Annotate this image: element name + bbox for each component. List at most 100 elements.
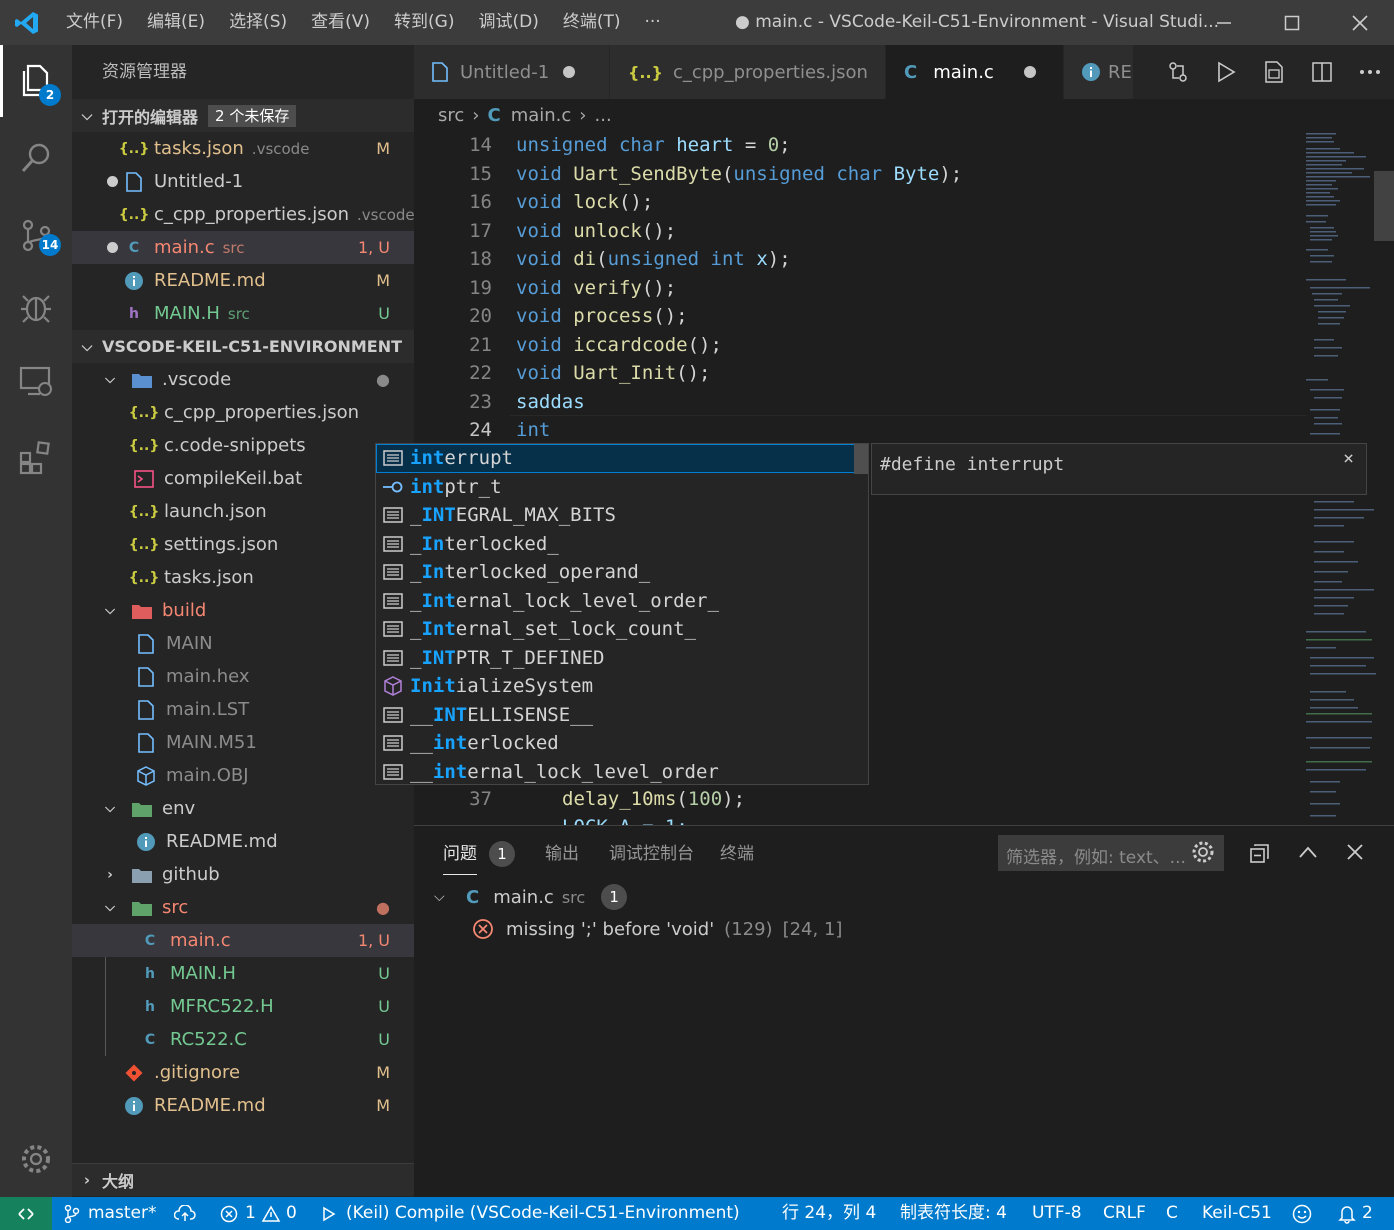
tree-file[interactable]: MAIN — [72, 627, 414, 660]
menu-debug[interactable]: 调试(D) — [466, 0, 550, 45]
suggest-item[interactable]: Init ializeSystem — [376, 672, 868, 701]
unsaved-dot-icon[interactable] — [102, 176, 122, 187]
menu-selection[interactable]: 选择(S) — [217, 0, 299, 45]
tree-file-main-c[interactable]: C main.c 1, U — [72, 924, 414, 957]
encoding[interactable]: UTF-8 — [1032, 1197, 1082, 1230]
suggest-item[interactable]: __ INT ELLISENSE__ — [376, 701, 868, 730]
tab-debug-console[interactable]: 调试控制台 — [609, 826, 694, 882]
filter-settings-icon[interactable] — [1191, 840, 1215, 868]
suggest-item[interactable]: _ INT PTR_T_DEFINED — [376, 644, 868, 673]
suggest-item[interactable]: _ INT EGRAL_MAX_BITS — [376, 501, 868, 530]
tree-file[interactable]: main.LST — [72, 693, 414, 726]
close-window-button[interactable] — [1326, 0, 1394, 45]
chevron-up-icon[interactable] — [1298, 844, 1318, 863]
notification-count[interactable]: 2 — [1362, 1197, 1373, 1230]
run-icon[interactable] — [1202, 45, 1250, 99]
debug-icon[interactable] — [0, 271, 72, 343]
breadcrumb-symbol[interactable]: ... — [595, 105, 612, 126]
tab-output[interactable]: 输出 — [545, 826, 579, 882]
open-editor-item[interactable]: {..} tasks.json .vscode M — [72, 132, 414, 165]
tree-file[interactable]: h MAIN.H U — [72, 957, 414, 990]
menu-terminal[interactable]: 终端(T) — [551, 0, 633, 45]
tab-untitled-1[interactable]: Untitled-1 — [414, 45, 610, 99]
collapse-all-icon[interactable] — [1249, 842, 1271, 868]
suggest-item[interactable]: int ptr_t — [376, 473, 868, 502]
tab-terminal[interactable]: 终端 — [720, 826, 754, 882]
compare-changes-icon[interactable] — [1154, 45, 1202, 99]
open-editors-header[interactable]: ⌵ 打开的编辑器 2 个未保存 — [72, 99, 414, 132]
tab-main-c[interactable]: C main.c — [886, 45, 1064, 99]
tree-folder-vscode[interactable]: ⌵ .vscode ● — [72, 363, 414, 396]
suggest-scrollbar[interactable] — [854, 444, 868, 474]
tree-file[interactable]: README.md — [72, 825, 414, 858]
tree-file[interactable]: MAIN.M51 — [72, 726, 414, 759]
problem-row[interactable]: missing ';' before 'void' (129) [24, 1] — [472, 914, 842, 944]
problem-file-row[interactable]: ⌵ C main.c src 1 — [434, 882, 628, 912]
source-control-icon[interactable]: 14 — [0, 199, 72, 271]
tree-folder-build[interactable]: ⌵ build — [72, 594, 414, 627]
warning-count[interactable]: 0 — [286, 1197, 297, 1230]
suggest-item[interactable]: __ int ernal_lock_level_order — [376, 758, 868, 785]
bell-icon[interactable] — [1338, 1204, 1356, 1229]
tree-file[interactable]: compileKeil.bat — [72, 462, 414, 495]
project-header[interactable]: ⌵ VSCODE-KEIL-C51-ENVIRONMENT — [72, 330, 414, 363]
unsaved-dot-icon[interactable] — [1023, 66, 1036, 78]
unsaved-dot-icon[interactable] — [563, 66, 576, 78]
explorer-icon[interactable]: 2 — [0, 45, 72, 117]
remote-explorer-icon[interactable] — [0, 345, 72, 417]
suggest-item[interactable]: _ In terlocked_operand_ — [376, 558, 868, 587]
open-editor-item[interactable]: C main.c src 1, U — [72, 231, 414, 264]
breadcrumb-folder[interactable]: src — [438, 105, 464, 126]
feedback-smiley-icon[interactable] — [1292, 1204, 1312, 1229]
language-mode[interactable]: C — [1166, 1197, 1178, 1230]
tree-file[interactable]: README.md M — [72, 1089, 414, 1122]
tab-readme[interactable]: RE — [1064, 45, 1134, 99]
menu-file[interactable]: 文件(F) — [54, 0, 135, 45]
menu-edit[interactable]: 编辑(E) — [135, 0, 217, 45]
error-count[interactable]: 1 — [245, 1197, 256, 1230]
menu-go[interactable]: 转到(G) — [382, 0, 466, 45]
close-icon[interactable]: × — [1343, 448, 1354, 469]
tab-problems[interactable]: 问题 — [443, 833, 477, 875]
search-icon[interactable] — [0, 122, 72, 194]
tree-file[interactable]: h MFRC522.H U — [72, 990, 414, 1023]
suggest-item[interactable]: __ int erlocked — [376, 729, 868, 758]
line-ending[interactable]: CRLF — [1103, 1197, 1146, 1230]
cursor-position[interactable]: 行 24，列 4 — [782, 1197, 876, 1230]
breadcrumb-file[interactable]: main.c — [511, 105, 572, 126]
tree-file[interactable]: main.OBJ — [72, 759, 414, 792]
suggest-item[interactable]: int errupt — [376, 444, 868, 473]
open-editor-item[interactable]: Untitled-1 — [72, 165, 414, 198]
settings-gear-icon[interactable] — [0, 1123, 72, 1195]
sync-icon[interactable] — [173, 1204, 196, 1228]
tree-file[interactable]: {..} settings.json — [72, 528, 414, 561]
open-editor-item[interactable]: README.md M — [72, 264, 414, 297]
tree-folder-src[interactable]: ⌵ src ● — [72, 891, 414, 924]
menu-view[interactable]: 查看(V) — [299, 0, 382, 45]
c-configuration[interactable]: Keil-C51 — [1202, 1197, 1272, 1230]
tree-file[interactable]: {..} c_cpp_properties.json — [72, 396, 414, 429]
tree-file[interactable]: {..} c.code-snippets — [72, 429, 414, 462]
editor-scrollbar[interactable] — [1374, 171, 1394, 241]
menu-more[interactable]: ··· — [633, 0, 673, 45]
minimize-button[interactable] — [1190, 0, 1258, 45]
split-editor-icon[interactable] — [1298, 45, 1346, 99]
compile-task[interactable]: (Keil) Compile (VSCode-Keil-C51-Environm… — [346, 1197, 740, 1230]
tree-file[interactable]: .gitignore M — [72, 1056, 414, 1089]
open-preview-icon[interactable] — [1250, 45, 1298, 99]
suggest-item[interactable]: _ Int ernal_lock_level_order_ — [376, 587, 868, 616]
suggest-item[interactable]: _ Int ernal_set_lock_count_ — [376, 615, 868, 644]
more-actions-icon[interactable] — [1346, 45, 1394, 99]
tree-file[interactable]: main.hex — [72, 660, 414, 693]
git-branch[interactable]: master* — [88, 1197, 156, 1230]
tree-file[interactable]: {..} tasks.json — [72, 561, 414, 594]
remote-indicator-icon[interactable] — [0, 1197, 52, 1230]
open-editor-item[interactable]: h MAIN.H src U — [72, 297, 414, 330]
extensions-icon[interactable] — [0, 421, 72, 493]
tree-file[interactable]: C RC522.C U — [72, 1023, 414, 1056]
maximize-button[interactable] — [1258, 0, 1326, 45]
open-editor-item[interactable]: {..} c_cpp_properties.json .vscode — [72, 198, 414, 231]
outline-header[interactable]: › 大纲 — [72, 1163, 414, 1196]
tree-file[interactable]: {..} launch.json — [72, 495, 414, 528]
unsaved-dot-icon[interactable] — [102, 242, 122, 253]
